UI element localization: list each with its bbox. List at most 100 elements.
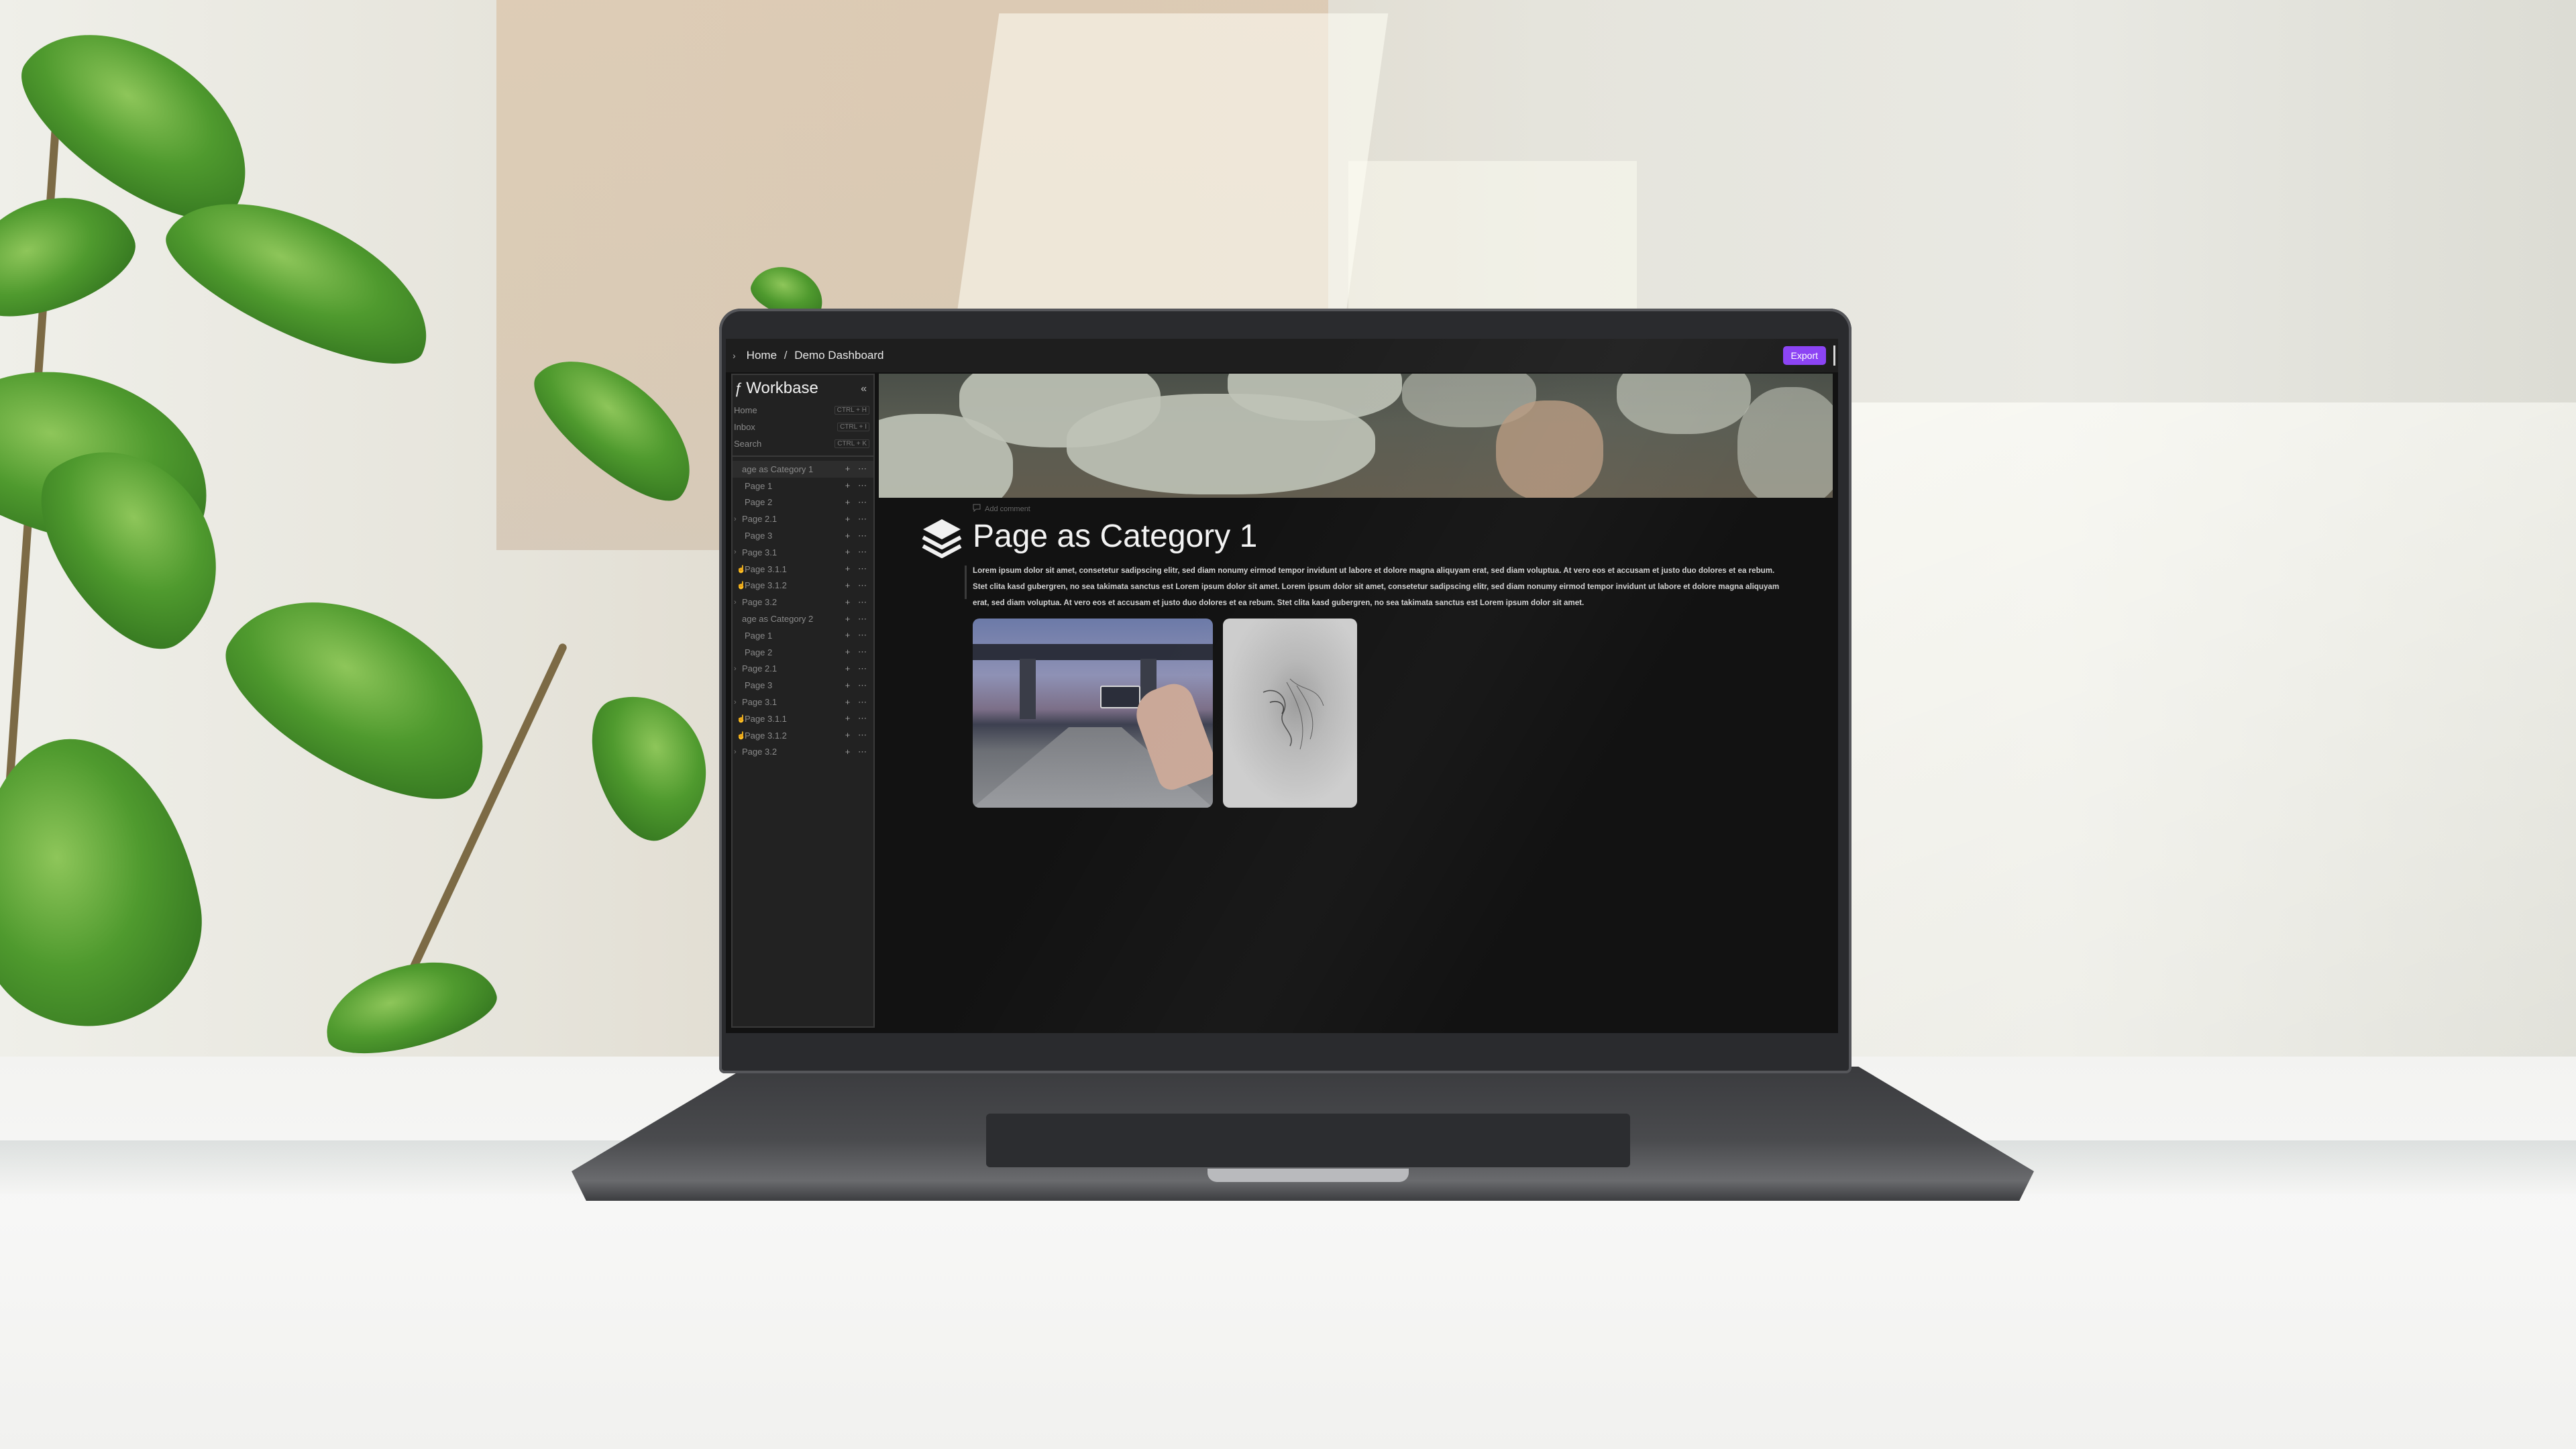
sidebar-tree-item-label: Page 3.1.1 [745,713,787,724]
sidebar-tree-item[interactable]: › Page 3.2 + ⋯ [733,594,873,610]
sidebar-tree-item-label: Page 3.1 [742,697,777,708]
expand-chevron-icon[interactable]: › [734,598,742,606]
sketch-photo[interactable] [1223,619,1357,808]
tree-item-actions[interactable]: + ⋯ [845,480,869,491]
hand-icon: ☝ [737,582,746,590]
sidebar-tree-item-label: Page 3.1 [742,547,777,557]
sidebar-tree-item-label: Page 2.1 [742,663,777,674]
export-button[interactable]: Export [1782,346,1826,365]
sidebar-tree-item[interactable]: ☝ Page 3.1.1 + ⋯ [733,710,873,727]
expand-chevron-icon[interactable]: › [734,548,742,556]
sidebar-tree-item[interactable]: › Page 3.2 + ⋯ [733,744,873,761]
sidebar-tree-item[interactable]: Page 2 + ⋯ [733,644,873,661]
tree-item-actions[interactable]: + ⋯ [845,547,869,557]
laptop-notch [1208,1169,1409,1182]
cover-image[interactable] [879,374,1833,498]
expand-chevron-icon[interactable]: › [734,665,742,673]
tree-item-actions[interactable]: + ⋯ [845,630,869,641]
page-body-text[interactable]: Lorem ipsum dolor sit amet, consetetur s… [973,563,1788,611]
sidebar-divider [733,455,873,457]
workspace-header[interactable]: ƒ Workbase « [733,375,873,402]
expand-chevron-icon[interactable]: › [734,515,742,523]
add-comment-label: Add comment [985,504,1030,513]
tree-item-actions[interactable]: + ⋯ [845,697,869,708]
sidebar-tree-item-label: age as Category 1 [742,464,814,474]
breadcrumb-demo-dashboard[interactable]: Demo Dashboard [794,349,883,362]
tree-item-actions[interactable]: + ⋯ [845,497,869,508]
sidebar-tree-item-label: Page 1 [745,480,773,491]
top-bar: › Home / Demo Dashboard Export [726,339,1838,372]
tree-item-actions[interactable]: + ⋯ [845,597,869,608]
tree-item-actions[interactable]: + ⋯ [845,564,869,574]
tree-item-actions[interactable]: + ⋯ [845,680,869,691]
sidebar-tree-item[interactable]: ☝ Page 3.1.2 + ⋯ [733,727,873,744]
sidebar-tree-item[interactable]: › Page 2.1 + ⋯ [733,661,873,678]
sidebar-tree-item[interactable]: › Page 3.1 + ⋯ [733,694,873,710]
sidebar-tree-item[interactable]: Page 3 + ⋯ [733,677,873,694]
shortcut-badge: CTRL + H [834,406,869,415]
sidebar-tree-item[interactable]: age as Category 2 + ⋯ [733,610,873,627]
tree-item-actions[interactable]: + ⋯ [845,514,869,525]
page-title[interactable]: Page as Category 1 [973,518,1257,555]
sidebar-tree-item-label: Page 3.1.1 [745,564,787,574]
tree-item-actions[interactable]: + ⋯ [845,713,869,724]
sidebar-tree-item-label: Page 3.2 [742,597,777,608]
sidebar-tree-item-label: Page 3.1.2 [745,730,787,741]
shortcut-badge: CTRL + K [835,439,869,448]
sidebar-item-home[interactable]: Home CTRL + H [733,402,873,419]
sidebar-tree-item-label: Page 3 [745,531,773,541]
tree-item-actions[interactable]: + ⋯ [845,747,869,757]
quote-bar [965,566,967,599]
tree-item-actions[interactable]: + ⋯ [845,730,869,741]
sidebar-tree-item[interactable]: Page 2 + ⋯ [733,494,873,511]
sidebar-tree-item[interactable]: Page 1 + ⋯ [733,627,873,644]
expand-chevron-icon[interactable]: › [734,698,742,706]
hand-icon: ☝ [737,565,746,574]
sidebar-tree-item[interactable]: Page 3 + ⋯ [733,527,873,544]
laptop-screen: › Home / Demo Dashboard Export ƒ Workbas… [726,339,1838,1033]
sidebar-tree-item-label: Page 2 [745,497,773,508]
comment-icon [973,504,981,514]
add-comment-button[interactable]: Add comment [973,504,1030,514]
sidebar-item-label: Inbox [734,422,755,432]
breadcrumb-home[interactable]: Home [747,349,777,362]
laptop-trackpad [986,1114,1630,1167]
hand-icon: ☝ [737,714,746,723]
window-scroll-indicator [1833,345,1835,366]
sidebar-tree-item-label: Page 2.1 [742,514,777,525]
sidebar-item-inbox[interactable]: Inbox CTRL + I [733,419,873,435]
sidebar-tree-item-label: Page 3.1.2 [745,580,787,591]
sidebar-tree-item-label: age as Category 2 [742,614,814,625]
sidebar-tree-item[interactable]: age as Category 1 + ⋯ [733,461,873,478]
workbase-logo-icon: ƒ [734,380,743,396]
sidebar-tree-item[interactable]: ☝ Page 3.1.1 + ⋯ [733,561,873,578]
sidebar-item-search[interactable]: Search CTRL + K [733,435,873,452]
page-tree: age as Category 1 + ⋯ Page 1 + ⋯ Page 2 + ⋯ › P… [733,461,873,760]
tree-item-actions[interactable]: + ⋯ [845,614,869,625]
sunlight-patch [1851,402,2576,1060]
breadcrumb: Home / Demo Dashboard [747,349,884,362]
sidebar-item-label: Home [734,405,757,415]
chevron-right-icon[interactable]: › [733,350,736,361]
tree-item-actions[interactable]: + ⋯ [845,464,869,474]
tree-item-actions[interactable]: + ⋯ [845,663,869,674]
bridge-photo[interactable] [973,619,1213,808]
tree-item-actions[interactable]: + ⋯ [845,647,869,657]
layers-icon[interactable] [921,517,963,565]
tree-item-actions[interactable]: + ⋯ [845,531,869,541]
collapse-sidebar-icon[interactable]: « [861,383,867,395]
shortcut-badge: CTRL + I [837,423,869,431]
page-content: Add comment Page as Category 1 Lorem ips… [879,374,1838,1033]
sidebar: ƒ Workbase « Home CTRL + H Inbox CTRL + … [731,374,875,1028]
sidebar-tree-item-label: Page 3.2 [742,747,777,757]
workspace-name: Workbase [746,379,818,397]
sidebar-tree-item[interactable]: ☝ Page 3.1.2 + ⋯ [733,578,873,594]
hand-icon: ☝ [737,731,746,740]
tree-item-actions[interactable]: + ⋯ [845,580,869,591]
sidebar-tree-item[interactable]: › Page 3.1 + ⋯ [733,544,873,561]
sidebar-tree-item-label: Page 1 [745,630,773,641]
expand-chevron-icon[interactable]: › [734,748,742,756]
sidebar-tree-item[interactable]: › Page 2.1 + ⋯ [733,511,873,527]
sidebar-tree-item[interactable]: Page 1 + ⋯ [733,478,873,494]
breadcrumb-separator: / [784,349,788,362]
